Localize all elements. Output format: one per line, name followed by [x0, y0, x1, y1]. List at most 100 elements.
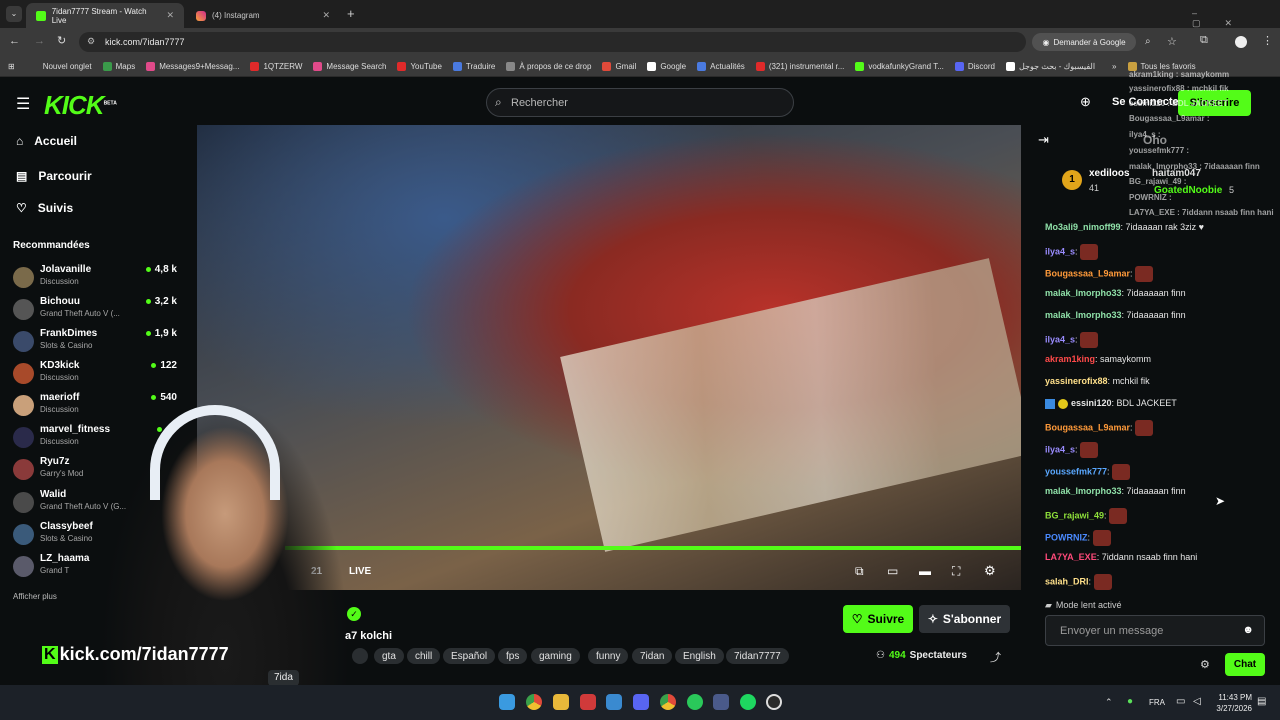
sidebar-item-home[interactable]: ⌂ Accueil: [16, 134, 77, 148]
chat-username[interactable]: yassinerofix88: [1045, 376, 1108, 386]
fullscreen-icon[interactable]: ⛶: [952, 564, 960, 579]
bookmark-item[interactable]: Google: [647, 61, 686, 71]
apps-icon[interactable]: ⊞: [8, 62, 15, 71]
file-explorer-icon[interactable]: [553, 694, 569, 710]
address-bar[interactable]: ⚙ kick.com/7idan7777: [79, 32, 1026, 52]
recommended-channel[interactable]: FrankDimes Slots & Casino 1,9 k: [13, 328, 177, 356]
chat-username[interactable]: Mo3ali9_nimoff99: [1045, 222, 1121, 232]
chat-input[interactable]: Envoyer un message ☻: [1045, 615, 1265, 646]
language-globe-icon[interactable]: ⊕: [1080, 94, 1091, 110]
chat-username[interactable]: akram1king: [1045, 354, 1095, 364]
bookmark-item[interactable]: Gmail: [602, 61, 636, 71]
stream-tag[interactable]: fps: [498, 648, 528, 664]
app-icon[interactable]: [713, 694, 729, 710]
username-chip[interactable]: 7ida: [268, 670, 299, 686]
microphone-icon[interactable]: ●: [1127, 696, 1133, 707]
sidebar-item-following[interactable]: ♡ Suivis: [16, 201, 73, 215]
zoom-icon[interactable]: ⌕: [1145, 36, 1151, 47]
follow-button[interactable]: ♡ Suivre: [843, 605, 913, 633]
windows-start-icon[interactable]: [499, 694, 515, 710]
stream-tag[interactable]: 7idan: [632, 648, 673, 664]
recommended-channel[interactable]: Jolavanille Discussion 4,8 k: [13, 264, 177, 292]
forward-icon[interactable]: →: [34, 35, 45, 47]
chat-username[interactable]: essini120: [1071, 398, 1112, 408]
whatsapp-icon[interactable]: [687, 694, 703, 710]
stream-tag[interactable]: Español: [443, 648, 496, 664]
chat-send-button[interactable]: Chat: [1225, 653, 1265, 676]
chat-username[interactable]: ilya4_s: [1045, 334, 1075, 344]
chat-settings-icon[interactable]: ⚙: [1200, 658, 1210, 671]
new-tab-button[interactable]: +: [347, 6, 355, 21]
site-info-icon[interactable]: ⚙: [87, 36, 95, 47]
stream-tag[interactable]: 7idan7777: [726, 648, 789, 664]
chat-username[interactable]: Bougassaa_L9amar: [1045, 268, 1130, 278]
extensions-icon[interactable]: ⧉: [1200, 34, 1208, 47]
menu-icon[interactable]: ⋮: [1262, 34, 1273, 47]
bookmark-item[interactable]: Actualités: [697, 61, 745, 71]
chat-username[interactable]: LA7YA_EXE: [1045, 552, 1097, 562]
bookmark-item[interactable]: YouTube: [397, 61, 442, 71]
bookmark-item[interactable]: Discord: [954, 61, 995, 71]
bookmark-item[interactable]: Nouvel onglet: [43, 62, 92, 71]
show-more-link[interactable]: Afficher plus: [13, 592, 57, 601]
bookmark-item[interactable]: Traduire: [452, 61, 495, 71]
spotify-icon[interactable]: [740, 694, 756, 710]
chat-username[interactable]: salah_DRI: [1045, 576, 1089, 586]
chat-username[interactable]: Bougassaa_L9amar: [1045, 422, 1130, 432]
language-indicator[interactable]: FRA: [1149, 698, 1165, 707]
clip-icon[interactable]: ▭: [887, 564, 898, 578]
stream-tag[interactable]: gta: [374, 648, 404, 664]
subscribe-button[interactable]: ✧ S'abonner: [919, 605, 1010, 633]
stream-tag[interactable]: funny: [588, 648, 629, 664]
recommended-channel[interactable]: Bichouu Grand Theft Auto V (... 3,2 k: [13, 296, 177, 324]
share-icon[interactable]: ⤴: [990, 649, 1001, 665]
discord-icon[interactable]: [633, 694, 649, 710]
more-bookmarks-icon[interactable]: »: [1112, 62, 1116, 71]
bookmark-item[interactable]: Messages9+Messag...: [146, 61, 239, 71]
tab-list-chevron-icon[interactable]: ⌄: [6, 6, 22, 22]
chat-username[interactable]: ilya4_s: [1045, 444, 1075, 454]
video-progress-bar[interactable]: [285, 546, 1021, 550]
stream-tag[interactable]: gaming: [531, 648, 580, 664]
settings-gear-icon[interactable]: ⚙: [984, 563, 996, 579]
ask-google-button[interactable]: ◉ Demander à Google: [1032, 33, 1136, 51]
bookmark-item[interactable]: (321) instrumental r...: [755, 61, 844, 71]
tray-chevron-icon[interactable]: ⌃: [1105, 697, 1113, 708]
bookmark-item[interactable]: الفيسبوك - بحث جوجل: [1005, 61, 1095, 71]
hamburger-menu-icon[interactable]: ☰: [16, 94, 30, 114]
recommended-channel[interactable]: KD3kick Discussion 122: [13, 360, 177, 388]
stream-tag[interactable]: chill: [407, 648, 441, 664]
network-icon[interactable]: ▭: [1176, 696, 1185, 707]
close-tab-icon[interactable]: ✕: [322, 10, 330, 21]
obs-icon[interactable]: [766, 694, 782, 710]
bookmark-star-icon[interactable]: ☆: [1167, 35, 1177, 48]
collapse-chat-icon[interactable]: ⇥: [1038, 132, 1049, 148]
pip-icon[interactable]: ⧉: [855, 564, 864, 579]
bookmark-item[interactable]: Maps: [102, 61, 135, 71]
chat-username[interactable]: BG_rajawi_49: [1045, 510, 1104, 520]
sidebar-item-browse[interactable]: ▤ Parcourir: [16, 169, 92, 183]
tab-kick[interactable]: 7idan7777 Stream - Watch Live ✕: [26, 3, 184, 28]
chrome-icon[interactable]: [526, 694, 542, 710]
chat-username[interactable]: malak_lmorpho33: [1045, 310, 1122, 320]
notepad-icon[interactable]: [606, 694, 622, 710]
tab-instagram[interactable]: (4) Instagram ✕: [186, 3, 340, 28]
emoji-icon[interactable]: ☻: [1242, 624, 1254, 636]
back-icon[interactable]: ←: [9, 35, 20, 47]
stream-tag-partial[interactable]: [352, 648, 368, 664]
search-input[interactable]: ⌕ Rechercher: [486, 88, 794, 117]
theater-mode-icon[interactable]: ▬: [919, 564, 931, 578]
bookmark-item[interactable]: vodkafunkyGrand T...: [855, 61, 944, 71]
chat-username[interactable]: ilya4_s: [1045, 246, 1075, 256]
volume-icon[interactable]: ◁: [1193, 696, 1201, 707]
bookmark-item[interactable]: Message Search: [313, 61, 386, 71]
chat-username[interactable]: malak_lmorpho33: [1045, 486, 1122, 496]
bookmark-item[interactable]: À propos de ce drop: [506, 61, 591, 71]
close-tab-icon[interactable]: ✕: [166, 10, 174, 21]
notification-icon[interactable]: ▤: [1257, 696, 1266, 707]
clock[interactable]: 11:43 PM 3/27/2026: [1212, 692, 1252, 714]
app-red-icon[interactable]: [580, 694, 596, 710]
chat-username[interactable]: youssefmk777: [1045, 466, 1107, 476]
kick-logo[interactable]: KICKBETA: [44, 90, 117, 121]
reload-icon[interactable]: ↻: [57, 34, 66, 47]
